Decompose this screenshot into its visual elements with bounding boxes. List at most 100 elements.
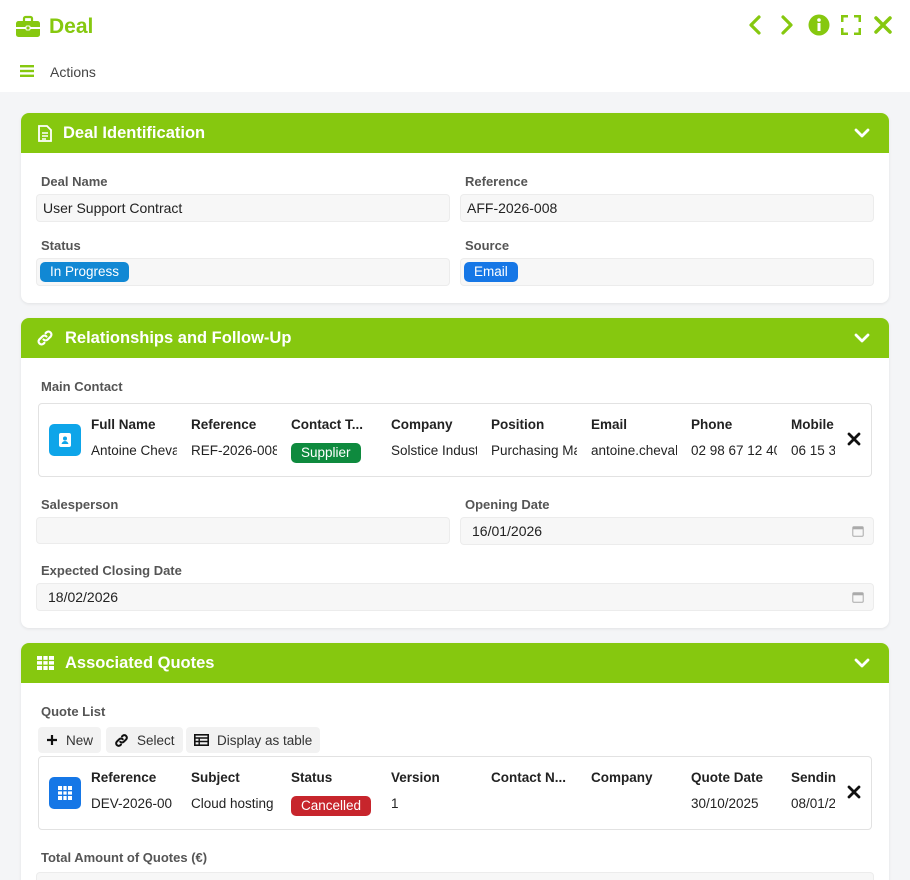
opening-date-value: 16/01/2026: [472, 523, 543, 539]
section-deal-identification: Deal Identification Deal Name User Suppo…: [21, 113, 889, 303]
contact-reference: REF-2026-008: [191, 443, 277, 458]
actions-label: Actions: [50, 64, 96, 80]
document-icon: [35, 123, 55, 143]
select-quote-label: Select: [137, 732, 175, 748]
contact-card-icon: [49, 424, 81, 456]
calendar-icon[interactable]: [852, 591, 864, 603]
briefcase-icon: [15, 14, 41, 40]
section-header-quotes[interactable]: Associated Quotes: [21, 643, 889, 683]
chevron-down-icon[interactable]: [853, 329, 871, 347]
title-row: Deal: [15, 12, 93, 42]
expected-closing-value: 18/02/2026: [48, 589, 119, 605]
contact-type-cell: Supplier: [291, 443, 361, 463]
col-header-contact-type: Contact T...: [291, 417, 364, 432]
contact-position: Purchasing Manager: [491, 443, 577, 458]
display-as-table-button[interactable]: Display as table: [186, 727, 321, 753]
col-header-company: Company: [391, 417, 453, 432]
chevron-right-icon[interactable]: [776, 12, 798, 38]
chevron-down-icon[interactable]: [853, 654, 871, 672]
quote-version: 1: [391, 796, 399, 811]
link-icon: [35, 328, 55, 348]
quote-subject: Cloud hosting: [191, 796, 274, 811]
col-header-subject: Subject: [191, 770, 240, 785]
reference-field[interactable]: AFF-2026-008: [460, 194, 874, 222]
status-label: Status: [41, 238, 81, 253]
quote-status-cell: Cancelled: [291, 796, 372, 816]
actions-menu[interactable]: Actions: [20, 64, 96, 80]
col-header-mobile: Mobile: [791, 417, 834, 432]
plus-icon: [47, 735, 57, 745]
info-icon[interactable]: [808, 12, 830, 38]
display-as-table-label: Display as table: [217, 732, 313, 748]
close-icon[interactable]: [872, 12, 894, 38]
quote-table-icon: [49, 777, 81, 809]
quote-status-badge: Cancelled: [291, 796, 372, 816]
opening-date-field[interactable]: 16/01/2026: [460, 517, 874, 545]
table-icon: [194, 734, 209, 746]
menu-icon: [20, 64, 34, 80]
contact-full-name: Antoine Chevalier: [91, 443, 177, 458]
contact-email: antoine.chevalier: [591, 443, 677, 458]
col-header-email: Email: [591, 417, 628, 432]
col-header-company: Company: [591, 770, 653, 785]
quote-sending-date: 08/01/2: [791, 796, 835, 811]
window-header: Deal Actions: [0, 0, 910, 92]
section-title: Deal Identification: [63, 123, 206, 142]
contact-company: Solstice Industries: [391, 443, 477, 458]
source-label: Source: [465, 238, 510, 253]
col-header-reference: Reference: [91, 770, 157, 785]
status-badge: In Progress: [40, 262, 130, 282]
source-badge: Email: [464, 262, 518, 282]
quote-date: 30/10/2025: [691, 796, 759, 811]
col-header-phone: Phone: [691, 417, 733, 432]
quote-reference: DEV-2026-00: [91, 796, 173, 811]
remove-quote-icon[interactable]: [847, 785, 861, 799]
quote-list-label: Quote List: [41, 704, 106, 719]
col-header-reference: Reference: [191, 417, 257, 432]
section-header-identification[interactable]: Deal Identification: [21, 113, 889, 153]
section-relationships: Relationships and Follow-Up Main Contact…: [21, 318, 889, 628]
main-contact-label: Main Contact: [41, 379, 123, 394]
contact-phone: 02 98 67 12 40: [691, 443, 777, 458]
expected-closing-field[interactable]: 18/02/2026: [36, 583, 874, 611]
opening-date-label: Opening Date: [465, 497, 550, 512]
new-quote-button[interactable]: New: [38, 727, 102, 753]
new-quote-label: New: [66, 732, 94, 748]
calendar-icon[interactable]: [852, 525, 864, 537]
section-title: Relationships and Follow-Up: [65, 328, 292, 347]
deal-name-value: User Support Contract: [43, 200, 183, 216]
remove-contact-icon[interactable]: [847, 432, 861, 446]
contact-type-badge: Supplier: [291, 443, 361, 463]
select-quote-button[interactable]: Select: [106, 727, 183, 753]
col-header-status: Status: [291, 770, 333, 785]
total-amount-label: Total Amount of Quotes (€): [41, 850, 208, 865]
contact-mobile: 06 15 3: [791, 443, 835, 458]
reference-label: Reference: [465, 174, 528, 189]
section-title: Associated Quotes: [65, 653, 215, 672]
source-field[interactable]: Email: [460, 258, 874, 286]
chevron-left-icon[interactable]: [744, 12, 766, 38]
salesperson-field[interactable]: [36, 517, 450, 544]
main-contact-card[interactable]: Full Name Reference Contact T... Company…: [38, 403, 872, 477]
window-title: Deal: [49, 15, 94, 38]
link-icon: [115, 733, 128, 747]
reference-value: AFF-2026-008: [467, 200, 558, 216]
quote-card[interactable]: Reference Subject Status Version Contact…: [38, 756, 872, 830]
expected-closing-label: Expected Closing Date: [41, 563, 182, 578]
deal-name-label: Deal Name: [41, 174, 108, 189]
col-header-contact-name: Contact N...: [491, 770, 567, 785]
salesperson-label: Salesperson: [41, 497, 119, 512]
table-icon: [35, 653, 55, 673]
col-header-version: Version: [391, 770, 440, 785]
deal-name-field[interactable]: User Support Contract: [36, 194, 450, 222]
chevron-down-icon[interactable]: [853, 124, 871, 142]
status-field[interactable]: In Progress: [36, 258, 450, 286]
col-header-sending: Sendin: [791, 770, 837, 785]
col-header-position: Position: [491, 417, 545, 432]
section-associated-quotes: Associated Quotes Quote List New Select …: [21, 643, 889, 880]
section-header-relationships[interactable]: Relationships and Follow-Up: [21, 318, 889, 358]
col-header-quote-date: Quote Date: [691, 770, 764, 785]
expand-icon[interactable]: [840, 12, 862, 38]
total-amount-field[interactable]: [36, 872, 874, 880]
col-header-full-name: Full Name: [91, 417, 156, 432]
